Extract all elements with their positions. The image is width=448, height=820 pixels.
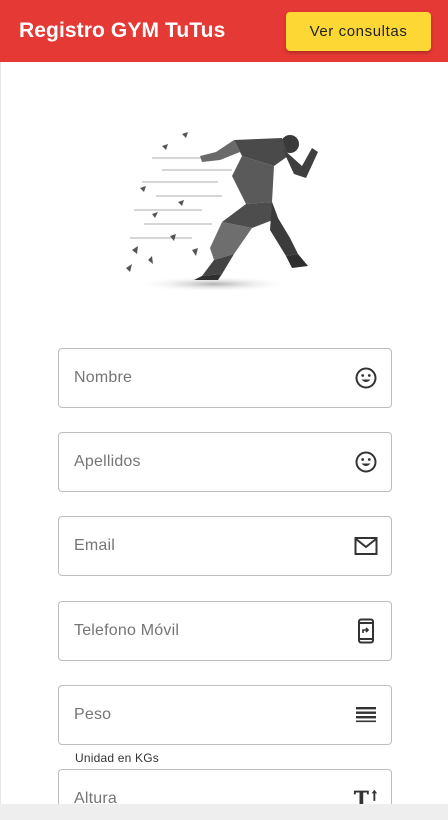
bottom-bar <box>0 804 448 820</box>
weight-field[interactable] <box>58 685 392 745</box>
name-input[interactable] <box>59 349 391 407</box>
weight-input[interactable] <box>59 686 391 744</box>
app-bar: Registro GYM TuTus Ver consultas <box>0 0 448 62</box>
mobile-phone-field[interactable] <box>58 601 392 661</box>
mobile-phone-input[interactable] <box>59 602 391 660</box>
runner-illustration-icon <box>126 132 318 292</box>
smiley-icon <box>353 449 379 475</box>
weight-hint: Unidad en KGs <box>75 751 159 765</box>
mail-icon <box>353 533 379 559</box>
height-field[interactable] <box>58 769 392 804</box>
weight-lines-icon <box>353 702 379 728</box>
name-field[interactable] <box>58 348 392 408</box>
height-input[interactable] <box>59 770 391 804</box>
phone-icon <box>353 618 379 644</box>
text-height-icon <box>353 786 379 804</box>
smiley-icon <box>353 365 379 391</box>
form-scroll-area[interactable] <box>0 62 448 804</box>
surname-field[interactable] <box>58 432 392 492</box>
email-input[interactable] <box>59 517 391 575</box>
email-field[interactable] <box>58 516 392 576</box>
surname-input[interactable] <box>59 433 391 491</box>
app-title: Registro GYM TuTus <box>19 19 226 42</box>
view-consultations-button[interactable]: Ver consultas <box>286 11 431 51</box>
